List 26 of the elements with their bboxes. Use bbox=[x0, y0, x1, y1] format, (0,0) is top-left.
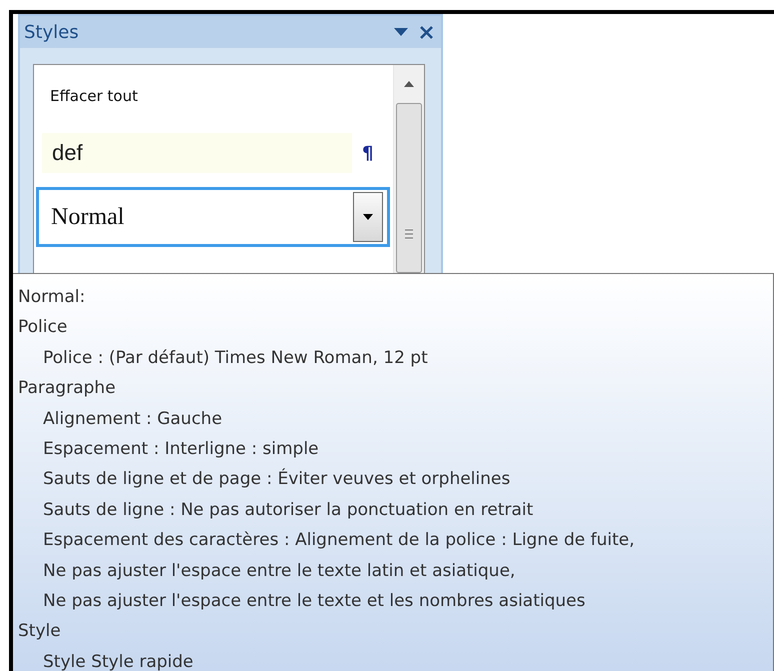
scroll-up-icon[interactable] bbox=[404, 81, 414, 87]
tooltip-line: Sauts de ligne et de page : Éviter veuves et orphelines bbox=[42, 467, 512, 492]
tooltip-heading: Style bbox=[18, 620, 62, 644]
tooltip-line: Police : (Par défaut) Times New Roman, 12 pt bbox=[42, 346, 429, 370]
tooltip-line: Ne pas ajuster l'espace entre le texte et les nombres asiatiques bbox=[42, 590, 586, 613]
tooltip-line: Sauts de ligne : Ne pas autoriser la ponctuation en retrait bbox=[42, 498, 534, 522]
caret-icon bbox=[363, 214, 373, 220]
clear-all-item[interactable]: Effacer tout bbox=[50, 87, 138, 105]
style-name: Normal bbox=[51, 204, 124, 230]
style-item[interactable]: def bbox=[42, 133, 352, 173]
tooltip-line: Alignement : Gauche bbox=[42, 408, 224, 431]
dropdown-button[interactable] bbox=[353, 192, 383, 242]
close-icon[interactable] bbox=[420, 26, 433, 38]
caret-icon[interactable] bbox=[394, 28, 408, 36]
tooltip-line: Espacement : Interligne : simple bbox=[42, 438, 320, 461]
tooltip-line: Ne pas ajuster l'espace entre le texte latin et asiatique, bbox=[42, 560, 516, 583]
pane-title: Styles bbox=[24, 22, 80, 42]
style-dropdown[interactable]: Normal bbox=[36, 187, 390, 247]
scroll-thumb[interactable] bbox=[396, 103, 422, 273]
paragraph-mark: ¶ bbox=[362, 142, 374, 164]
tooltip-heading: Paragraphe bbox=[18, 377, 117, 400]
tooltip-title: Normal: bbox=[18, 286, 86, 309]
tooltip-heading: Police bbox=[18, 316, 68, 340]
tooltip-line: Espacement des caractères : Alignement de la police : Ligne de fuite, bbox=[42, 529, 636, 552]
tooltip-line: Style Style rapide bbox=[42, 650, 194, 671]
scrollbar[interactable] bbox=[393, 65, 424, 273]
